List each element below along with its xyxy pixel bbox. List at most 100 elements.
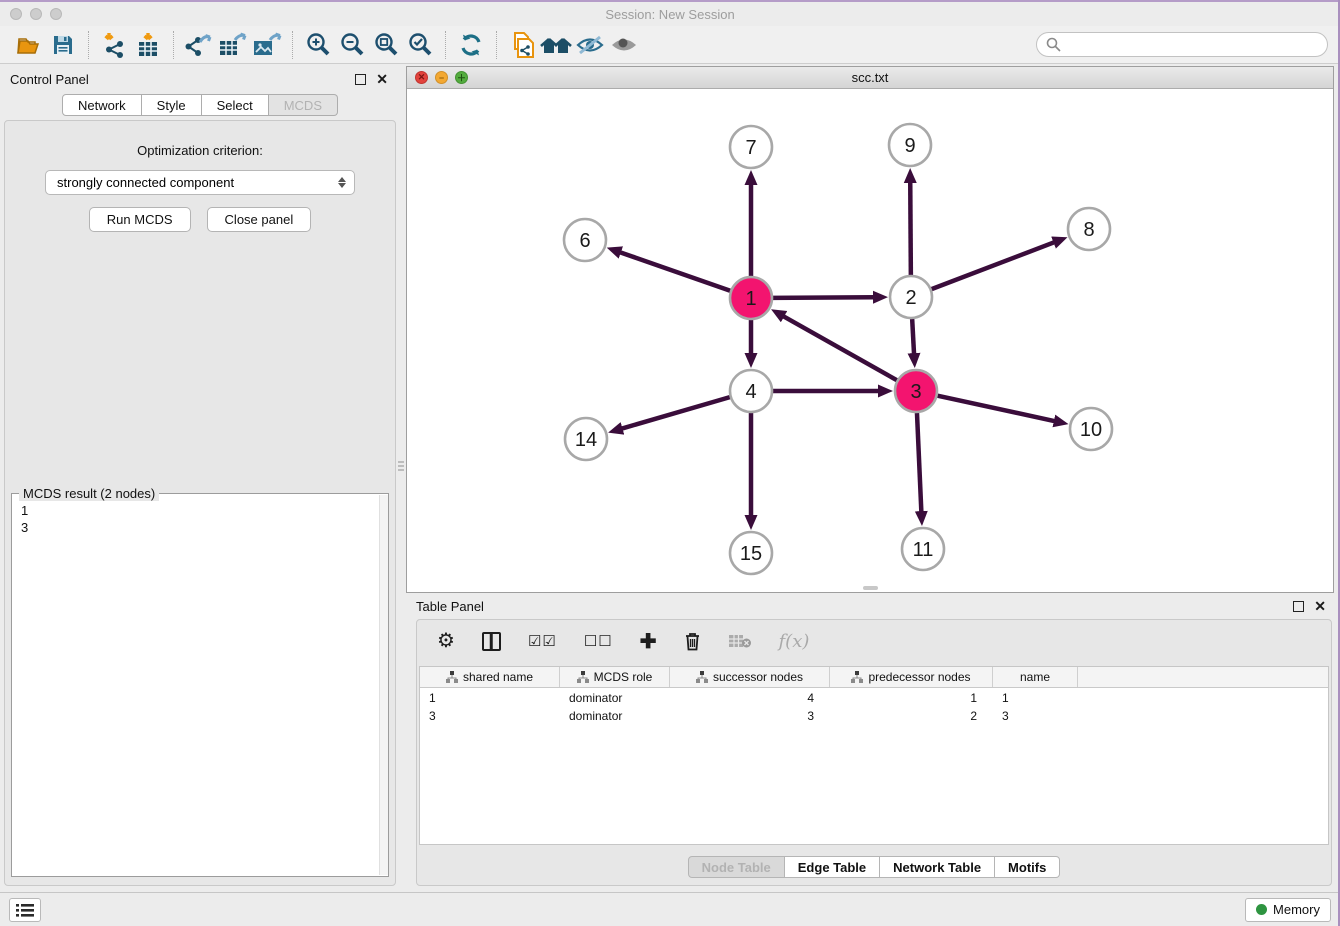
tab-edge-table[interactable]: Edge Table xyxy=(785,856,880,878)
table-row[interactable]: 3 dominator 3 2 3 xyxy=(420,708,1328,724)
deselect-all-checkboxes-icon[interactable]: ☐☐ xyxy=(584,632,613,650)
task-history-button[interactable] xyxy=(9,898,41,922)
export-table-icon[interactable] xyxy=(216,30,250,60)
graph-node-6[interactable]: 6 xyxy=(564,219,606,261)
mcds-result-text[interactable]: 1 3 xyxy=(12,494,388,544)
sort-tree-icon xyxy=(696,671,708,683)
tab-network[interactable]: Network xyxy=(62,94,142,116)
open-session-icon[interactable] xyxy=(12,30,46,60)
save-session-icon[interactable] xyxy=(46,30,80,60)
refresh-icon[interactable] xyxy=(454,30,488,60)
tab-style[interactable]: Style xyxy=(142,94,202,116)
new-network-from-selection-icon[interactable] xyxy=(505,30,539,60)
graph-node-9[interactable]: 9 xyxy=(889,124,931,166)
table-panel-title: Table Panel xyxy=(416,599,484,614)
graph-edge-3-11[interactable] xyxy=(917,413,921,512)
svg-text:10: 10 xyxy=(1080,419,1102,441)
network-graph[interactable]: 7 9 6 8 1 2 4 3 14 10 15 11 xyxy=(407,89,1333,592)
graph-edge-3-10[interactable] xyxy=(937,396,1054,421)
graph-node-1[interactable]: 1 xyxy=(730,277,772,319)
graph-node-7[interactable]: 7 xyxy=(730,126,772,168)
graph-edge-2-3[interactable] xyxy=(912,319,914,354)
graph-edge-2-8[interactable] xyxy=(932,242,1055,289)
first-neighbors-icon[interactable] xyxy=(539,30,573,60)
graph-node-14[interactable]: 14 xyxy=(565,418,607,460)
close-panel-button[interactable]: Close panel xyxy=(207,207,312,232)
column-header-mcds-role[interactable]: MCDS role xyxy=(560,667,670,687)
search-box[interactable] xyxy=(1036,32,1328,57)
run-mcds-button[interactable]: Run MCDS xyxy=(89,207,191,232)
export-network-icon[interactable] xyxy=(182,30,216,60)
graph-edge-1-2[interactable] xyxy=(773,297,874,298)
zoom-fit-icon[interactable] xyxy=(369,30,403,60)
float-table-panel-icon[interactable] xyxy=(1293,601,1304,612)
graph-node-4[interactable]: 4 xyxy=(730,370,772,412)
table-header-row: shared name MCDS role successor nodes pr… xyxy=(420,667,1328,688)
table-settings-icon[interactable]: ⚙ xyxy=(437,631,455,651)
graph-edge-2-9[interactable] xyxy=(910,182,911,275)
graph-node-8[interactable]: 8 xyxy=(1068,208,1110,250)
window-titlebar: Session: New Session xyxy=(0,2,1340,26)
sort-tree-icon xyxy=(446,671,458,683)
graph-node-11[interactable]: 11 xyxy=(902,528,944,570)
column-header-shared-name[interactable]: shared name xyxy=(420,667,560,687)
control-panel-tabs: Network Style Select MCDS xyxy=(4,94,396,116)
tab-select[interactable]: Select xyxy=(202,94,269,116)
network-canvas[interactable]: 7 9 6 8 1 2 4 3 14 10 15 11 xyxy=(407,89,1333,592)
export-image-icon[interactable] xyxy=(250,30,284,60)
memory-button[interactable]: Memory xyxy=(1245,898,1331,922)
add-column-icon[interactable]: ✚ xyxy=(640,629,657,654)
select-all-checkboxes-icon[interactable]: ☑☑ xyxy=(528,632,557,650)
column-header-name[interactable]: name xyxy=(993,667,1078,687)
window-title: Session: New Session xyxy=(0,7,1340,22)
graph-edge-3-1[interactable] xyxy=(783,316,897,380)
column-header-predecessor-nodes[interactable]: predecessor nodes xyxy=(830,667,993,687)
table-toolbar: ⚙ ☑☑ ☐☐ ✚ f(x) xyxy=(417,620,1331,662)
tab-node-table[interactable]: Node Table xyxy=(688,856,785,878)
list-icon xyxy=(16,903,34,917)
tab-mcds[interactable]: MCDS xyxy=(269,94,338,116)
graph-node-3[interactable]: 3 xyxy=(895,370,937,412)
column-header-successor-nodes[interactable]: successor nodes xyxy=(670,667,830,687)
graph-node-2[interactable]: 2 xyxy=(890,276,932,318)
import-table-icon[interactable] xyxy=(131,30,165,60)
search-input[interactable] xyxy=(1066,37,1318,52)
network-hscrollbar[interactable] xyxy=(863,586,878,590)
zoom-out-icon[interactable] xyxy=(335,30,369,60)
close-table-panel-icon[interactable]: ✕ xyxy=(1314,601,1326,612)
float-panel-icon[interactable] xyxy=(355,74,366,85)
panel-divider-grip[interactable] xyxy=(398,455,404,477)
delete-column-icon[interactable] xyxy=(684,631,701,651)
tab-motifs[interactable]: Motifs xyxy=(995,856,1060,878)
main-toolbar xyxy=(0,26,1340,64)
node-table: shared name MCDS role successor nodes pr… xyxy=(419,666,1329,845)
control-panel-title: Control Panel xyxy=(10,72,89,87)
graph-node-15[interactable]: 15 xyxy=(730,532,772,574)
mcds-panel: Optimization criterion: strongly connect… xyxy=(4,120,396,886)
table-tabs: Node Table Edge Table Network Table Moti… xyxy=(417,856,1331,878)
network-window-title: scc.txt xyxy=(407,70,1333,85)
hide-selected-icon[interactable] xyxy=(573,30,607,60)
network-window-titlebar: ✕ − ＋ scc.txt xyxy=(407,67,1333,89)
table-row[interactable]: 1 dominator 4 1 1 xyxy=(420,690,1328,706)
zoom-in-icon[interactable] xyxy=(301,30,335,60)
svg-text:4: 4 xyxy=(745,381,756,403)
graph-node-10[interactable]: 10 xyxy=(1070,408,1112,450)
zoom-selected-icon[interactable] xyxy=(403,30,437,60)
control-panel: Control Panel ✕ Network Style Select MCD… xyxy=(4,68,396,886)
import-network-icon[interactable] xyxy=(97,30,131,60)
toolbar-separator xyxy=(173,31,174,59)
delete-table-icon[interactable] xyxy=(728,633,752,649)
mcds-result-scrollbar[interactable] xyxy=(379,495,388,875)
function-builder-icon[interactable]: f(x) xyxy=(779,631,810,652)
close-panel-icon[interactable]: ✕ xyxy=(376,74,388,85)
table-panel-content: ⚙ ☑☑ ☐☐ ✚ f(x) shared name MCDS role xyxy=(416,619,1332,886)
criterion-dropdown[interactable]: strongly connected component xyxy=(45,170,355,195)
split-view-icon[interactable] xyxy=(482,632,501,651)
show-all-icon[interactable] xyxy=(607,30,641,60)
tab-network-table[interactable]: Network Table xyxy=(880,856,995,878)
svg-text:2: 2 xyxy=(905,287,916,309)
svg-text:1: 1 xyxy=(745,288,756,310)
graph-edge-1-6[interactable] xyxy=(620,252,730,291)
graph-edge-4-14[interactable] xyxy=(622,397,730,429)
